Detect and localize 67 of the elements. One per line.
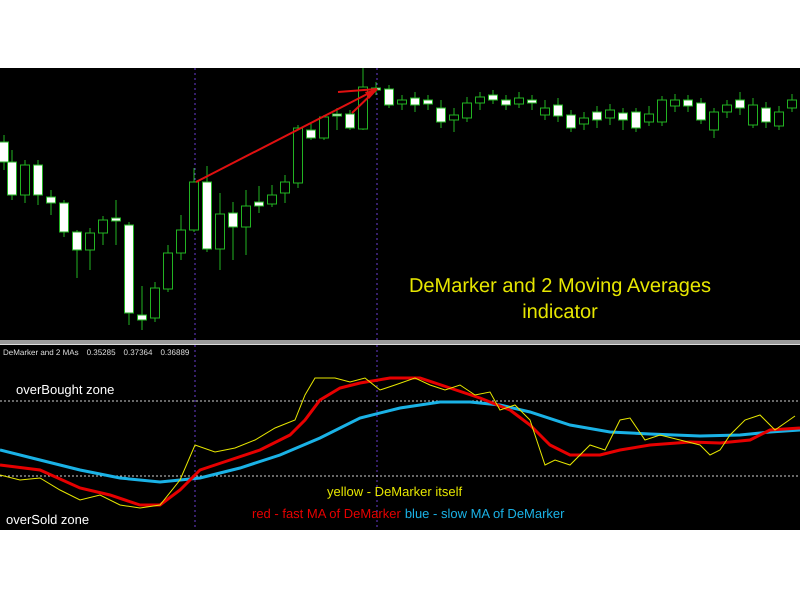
candle (670, 94, 680, 112)
indicator-value: 0.35285 (86, 347, 116, 359)
candle (150, 282, 160, 322)
candle (774, 106, 784, 130)
legend-text: red - fast MA of DeMarker (252, 505, 401, 523)
candle (280, 174, 290, 204)
candle (267, 184, 277, 208)
candle (163, 244, 173, 292)
candle (306, 122, 316, 140)
candle (98, 216, 108, 246)
chart-title: DeMarker and 2 Moving Averages indicator (408, 274, 712, 325)
candle (33, 160, 43, 206)
candle (176, 214, 186, 260)
candle (696, 98, 706, 124)
candle (72, 230, 82, 278)
candle (735, 92, 745, 116)
candle (462, 96, 472, 122)
candle (618, 108, 628, 130)
indicator-value: 0.36889 (160, 347, 190, 359)
candle (527, 94, 537, 110)
candle (683, 94, 693, 112)
candle (111, 200, 121, 246)
candle (46, 190, 56, 216)
candle (0, 134, 9, 170)
candle (553, 98, 563, 122)
candle (397, 94, 407, 110)
candle (449, 108, 459, 132)
candle (293, 124, 303, 188)
candle (657, 96, 667, 126)
candle (254, 186, 264, 214)
candle (709, 108, 719, 138)
candle (475, 92, 485, 110)
candle (189, 168, 199, 232)
candle (761, 102, 771, 128)
indicator-name: DeMarker and 2 MAs (3, 347, 79, 359)
candle (592, 106, 602, 128)
legend-text: blue - slow MA of DeMarker (404, 505, 564, 523)
candle (384, 84, 394, 108)
candle (540, 100, 550, 120)
candle (566, 110, 576, 132)
candle (787, 94, 797, 112)
candle (436, 100, 446, 128)
zone-label: overSold zone (6, 511, 90, 529)
legend-text: yellow - DeMarker itself (327, 483, 462, 501)
candle (241, 190, 251, 256)
candle (423, 94, 433, 110)
indicator-value: 0.37364 (124, 347, 152, 359)
candle (7, 150, 17, 200)
zone-label: overBought zone (16, 381, 114, 399)
candle (345, 110, 355, 130)
candle (579, 112, 589, 130)
candle (137, 286, 147, 330)
candle (501, 94, 511, 110)
candle (319, 114, 329, 140)
candle (722, 100, 732, 118)
candle (644, 106, 654, 126)
candle (605, 104, 615, 126)
candle (59, 200, 69, 238)
candle (514, 92, 524, 108)
candle (228, 202, 238, 260)
candle (332, 108, 342, 130)
candle (748, 98, 758, 128)
candle (410, 92, 420, 112)
candle (85, 228, 95, 270)
candle (488, 90, 498, 104)
candle (20, 160, 30, 204)
candle (631, 108, 641, 132)
